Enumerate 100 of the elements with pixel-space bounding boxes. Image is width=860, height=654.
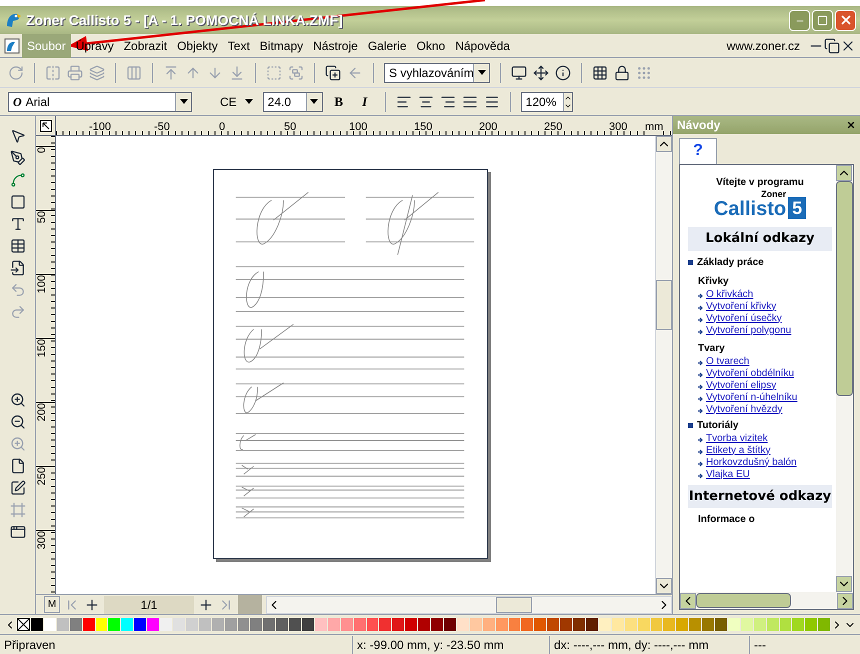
color-swatch[interactable] bbox=[521, 618, 534, 631]
color-swatch[interactable] bbox=[482, 618, 495, 631]
menu-item[interactable]: Galerie bbox=[362, 34, 412, 58]
menu-item[interactable]: Okno bbox=[412, 34, 450, 58]
align-center-icon[interactable] bbox=[418, 94, 434, 110]
color-swatch[interactable] bbox=[805, 618, 818, 631]
page-icon[interactable] bbox=[10, 458, 26, 474]
scroll-thumb[interactable] bbox=[836, 181, 853, 396]
monitor-icon[interactable] bbox=[511, 64, 527, 80]
color-swatch[interactable] bbox=[586, 618, 598, 631]
color-swatch[interactable] bbox=[508, 618, 520, 631]
printer-icon[interactable] bbox=[67, 64, 83, 80]
help-link[interactable]: Vlajka EU bbox=[706, 468, 750, 480]
columns-icon[interactable] bbox=[126, 64, 142, 80]
color-swatch[interactable] bbox=[715, 618, 727, 631]
font-dropdown[interactable]: O Arial bbox=[8, 92, 192, 112]
color-swatch[interactable] bbox=[638, 618, 650, 631]
scroll-thumb[interactable] bbox=[696, 593, 791, 608]
color-swatch[interactable] bbox=[121, 618, 134, 631]
color-swatch[interactable] bbox=[224, 618, 236, 631]
zoom-out-icon[interactable] bbox=[10, 414, 26, 430]
color-swatch[interactable] bbox=[379, 618, 392, 631]
color-swatch[interactable] bbox=[598, 618, 611, 631]
render-mode-dropdown[interactable]: S vyhlazováním bbox=[384, 62, 490, 82]
color-swatch[interactable] bbox=[96, 618, 108, 631]
shape-edit-icon[interactable] bbox=[10, 480, 26, 496]
italic-button[interactable]: I bbox=[354, 92, 375, 112]
color-swatch[interactable] bbox=[496, 618, 508, 631]
menu-item[interactable]: Zobrazit bbox=[118, 34, 172, 58]
color-swatch[interactable] bbox=[263, 618, 276, 631]
color-swatch[interactable] bbox=[212, 618, 224, 631]
color-swatch[interactable] bbox=[44, 618, 56, 631]
rotate-icon[interactable] bbox=[8, 64, 24, 80]
color-swatch[interactable] bbox=[728, 618, 740, 631]
layers-icon[interactable] bbox=[89, 64, 105, 80]
horizontal-scrollbar[interactable] bbox=[680, 592, 853, 609]
window-icon[interactable] bbox=[10, 524, 26, 540]
close-icon[interactable] bbox=[846, 120, 856, 130]
color-swatch[interactable] bbox=[238, 618, 250, 631]
help-tab[interactable]: ? bbox=[679, 138, 717, 164]
splitter-handle[interactable] bbox=[238, 595, 262, 614]
help-link[interactable]: Vytvoření křivky bbox=[706, 300, 776, 312]
color-swatch[interactable] bbox=[650, 618, 662, 631]
color-swatch[interactable] bbox=[534, 618, 546, 631]
color-swatch[interactable] bbox=[676, 618, 688, 631]
help-link[interactable]: Etikety a štítky bbox=[706, 444, 770, 456]
scroll-down-icon[interactable] bbox=[836, 576, 852, 592]
grid-icon[interactable] bbox=[592, 64, 608, 80]
help-link[interactable]: Vytvoření n-úhelníku bbox=[706, 392, 798, 404]
help-link[interactable]: Vytvoření obdélníku bbox=[706, 368, 794, 380]
help-link[interactable]: O tvarech bbox=[706, 356, 750, 368]
color-swatch[interactable] bbox=[418, 618, 430, 631]
color-swatch[interactable] bbox=[444, 618, 456, 631]
menu-item[interactable]: Objekty bbox=[172, 34, 223, 58]
flip-icon[interactable] bbox=[45, 64, 61, 80]
color-swatch[interactable] bbox=[186, 618, 198, 631]
color-swatch[interactable] bbox=[560, 618, 572, 631]
color-swatch[interactable] bbox=[689, 618, 702, 631]
maximize-button[interactable] bbox=[812, 10, 833, 30]
color-swatch[interactable] bbox=[405, 618, 418, 631]
zoom-in-icon[interactable] bbox=[10, 392, 26, 408]
restore-icon[interactable] bbox=[824, 38, 840, 54]
text-icon[interactable] bbox=[10, 216, 26, 232]
align-justify-icon[interactable] bbox=[462, 94, 478, 110]
color-swatch[interactable] bbox=[250, 618, 262, 631]
color-swatch[interactable] bbox=[340, 618, 353, 631]
frame-icon[interactable] bbox=[10, 502, 26, 518]
help-link[interactable]: Vytvoření hvězdy bbox=[706, 404, 782, 416]
minimize-button[interactable] bbox=[789, 10, 810, 30]
color-swatch[interactable] bbox=[172, 618, 185, 631]
scroll-thumb[interactable] bbox=[496, 596, 532, 612]
color-swatch[interactable] bbox=[612, 618, 624, 631]
color-swatch[interactable] bbox=[766, 618, 779, 631]
color-swatch[interactable] bbox=[547, 618, 560, 631]
help-link[interactable]: Vytvoření elipsy bbox=[706, 380, 776, 392]
help-link[interactable]: O křivkách bbox=[706, 288, 754, 300]
master-page-button[interactable]: M bbox=[44, 596, 60, 613]
scroll-down-icon[interactable] bbox=[656, 578, 672, 594]
color-swatch[interactable] bbox=[663, 618, 676, 631]
scroll-left-icon[interactable] bbox=[680, 592, 696, 608]
color-swatch[interactable] bbox=[302, 618, 314, 631]
color-swatch[interactable] bbox=[108, 618, 120, 631]
color-swatch[interactable] bbox=[470, 618, 482, 631]
color-swatch[interactable] bbox=[31, 618, 43, 631]
dashed-square-icon[interactable] bbox=[266, 64, 282, 80]
website-link[interactable]: www.zoner.cz bbox=[726, 36, 800, 54]
bring-to-front-icon[interactable] bbox=[163, 64, 179, 80]
color-swatch[interactable] bbox=[702, 618, 714, 631]
color-swatch[interactable] bbox=[70, 618, 82, 631]
vertical-scrollbar[interactable] bbox=[836, 165, 853, 592]
align-right-icon[interactable] bbox=[440, 94, 456, 110]
color-swatch[interactable] bbox=[160, 618, 172, 631]
color-swatch[interactable] bbox=[328, 618, 340, 631]
color-swatch[interactable] bbox=[818, 618, 830, 631]
color-swatch[interactable] bbox=[276, 618, 288, 631]
help-link[interactable]: Horkovzdušný balón bbox=[706, 456, 797, 468]
color-swatch[interactable] bbox=[147, 618, 160, 631]
font-size-dropdown[interactable]: 24.0 bbox=[262, 92, 323, 112]
color-swatch[interactable] bbox=[392, 618, 404, 631]
color-swatch[interactable] bbox=[198, 618, 211, 631]
